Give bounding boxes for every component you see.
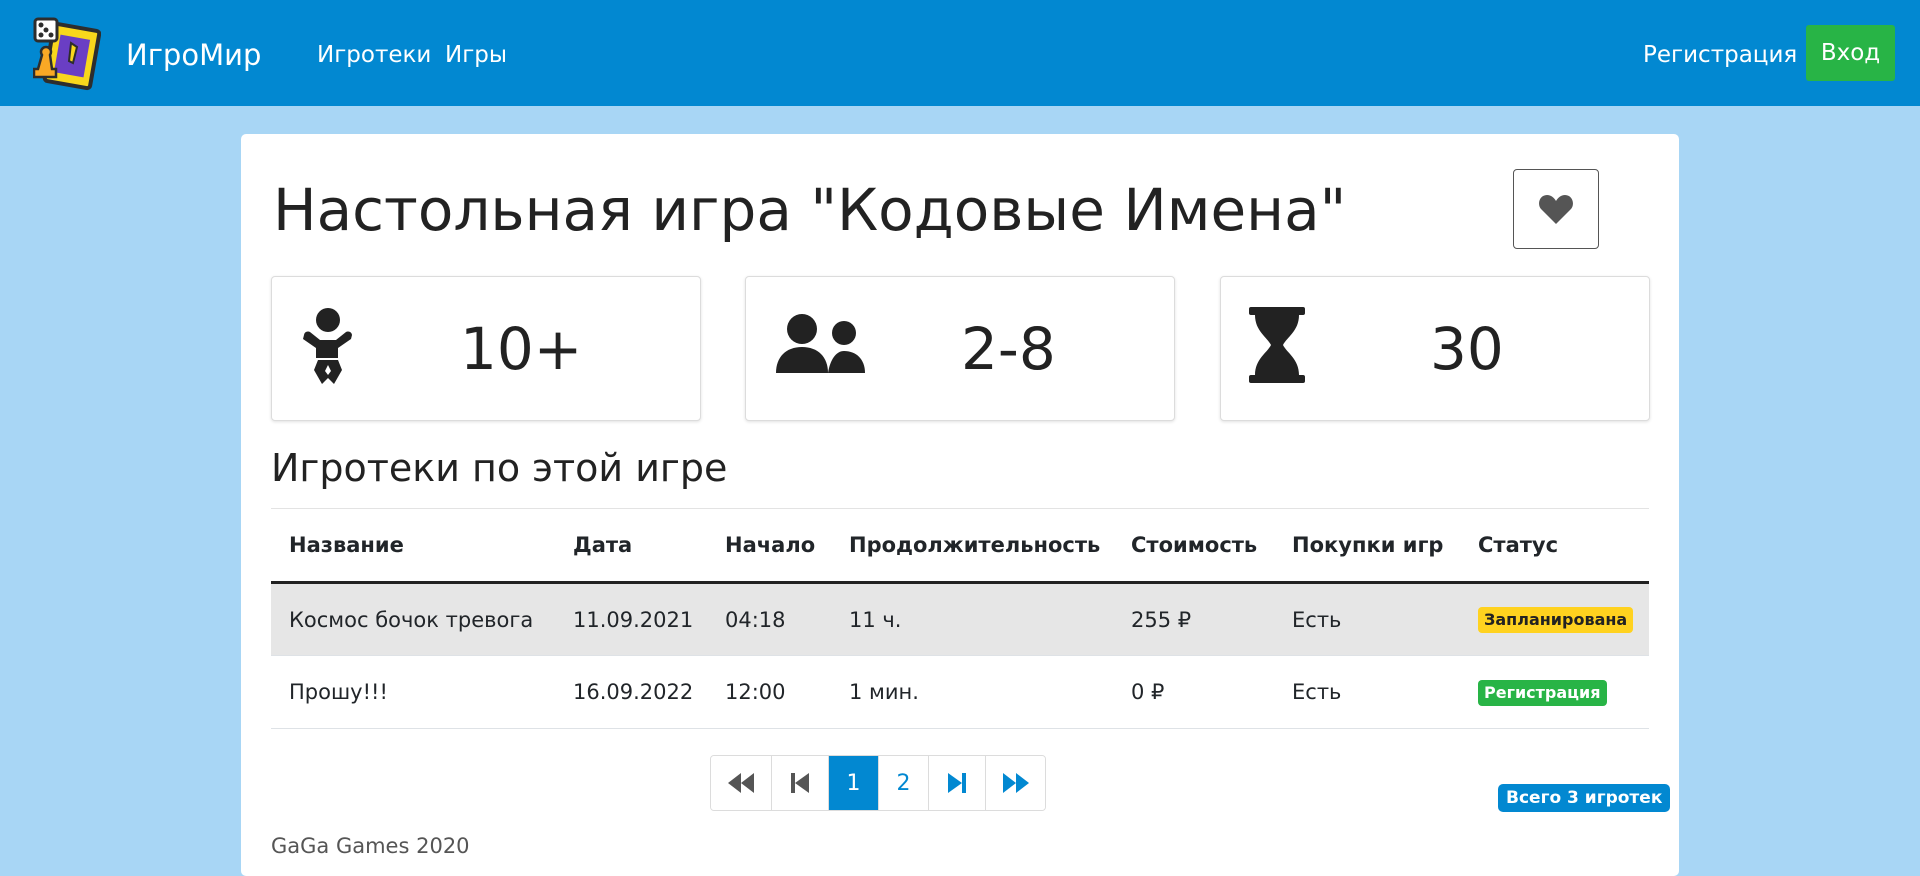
session-name[interactable]: Прошу!!! bbox=[271, 655, 555, 729]
session-purchases: Есть bbox=[1274, 655, 1460, 729]
footer-text: GaGa Games 2020 bbox=[271, 834, 470, 858]
table-header-row: Название Дата Начало Продолжительность С… bbox=[271, 508, 1649, 584]
column-header[interactable]: Продолжительность bbox=[831, 508, 1113, 584]
heart-icon bbox=[1539, 195, 1573, 224]
session-start: 04:18 bbox=[707, 582, 831, 656]
status-badge: Запланирована bbox=[1478, 607, 1634, 633]
column-header[interactable]: Дата bbox=[555, 508, 707, 584]
top-navbar: ИгроМир Игротеки Игры Регистрация Вход bbox=[0, 0, 1920, 106]
page-button-2[interactable]: 2 bbox=[878, 756, 928, 810]
session-status-cell: Регистрация bbox=[1460, 655, 1649, 729]
duration-stat-card: 30 bbox=[1220, 276, 1650, 421]
total-count-badge: Всего 3 игротек bbox=[1498, 784, 1671, 812]
status-badge: Регистрация bbox=[1478, 679, 1607, 706]
nav-link-sessions[interactable]: Игротеки bbox=[317, 42, 431, 68]
step-backward-icon bbox=[791, 773, 809, 793]
session-purchases: Есть bbox=[1274, 582, 1460, 656]
session-status-cell: Запланирована bbox=[1460, 582, 1649, 656]
page-button-1[interactable]: 1 bbox=[828, 756, 878, 810]
step-forward-icon bbox=[948, 773, 966, 793]
next-page-button[interactable] bbox=[928, 756, 985, 810]
prev-page-button[interactable] bbox=[771, 756, 828, 810]
register-link[interactable]: Регистрация bbox=[1643, 42, 1797, 68]
fast-forward-icon bbox=[1002, 773, 1029, 793]
hourglass-icon bbox=[1249, 307, 1305, 383]
column-header[interactable]: Статус bbox=[1460, 508, 1649, 584]
users-icon bbox=[776, 314, 865, 373]
sessions-table: Название Дата Начало Продолжительность С… bbox=[271, 508, 1649, 729]
age-value: 10+ bbox=[460, 315, 583, 383]
session-duration: 11 ч. bbox=[831, 582, 1113, 656]
page-title: Настольная игра "Кодовые Имена" bbox=[273, 176, 1347, 244]
column-header[interactable]: Название bbox=[271, 508, 555, 584]
favorite-button[interactable] bbox=[1513, 169, 1599, 249]
table-row[interactable]: Прошу!!! 16.09.2022 12:00 1 мин. 0 ₽ Ест… bbox=[271, 655, 1649, 729]
session-name[interactable]: Космос бочок тревога bbox=[271, 582, 555, 656]
game-logo-icon[interactable] bbox=[33, 17, 101, 91]
session-duration: 1 мин. bbox=[831, 655, 1113, 729]
duration-value: 30 bbox=[1430, 315, 1504, 383]
last-page-button[interactable] bbox=[985, 756, 1045, 810]
session-price: 255 ₽ bbox=[1113, 582, 1274, 656]
session-start: 12:00 bbox=[707, 655, 831, 729]
column-header[interactable]: Стоимость bbox=[1113, 508, 1274, 584]
sessions-section-title: Игротеки по этой игре bbox=[271, 446, 728, 490]
first-page-button[interactable] bbox=[711, 756, 771, 810]
nav-link-games[interactable]: Игры bbox=[445, 42, 507, 68]
baby-icon bbox=[303, 308, 352, 384]
players-value: 2-8 bbox=[961, 315, 1056, 383]
session-date: 16.09.2022 bbox=[555, 655, 707, 729]
pagination: 1 2 bbox=[710, 755, 1046, 811]
brand-name[interactable]: ИгроМир bbox=[126, 38, 261, 72]
table-row[interactable]: Космос бочок тревога 11.09.2021 04:18 11… bbox=[271, 582, 1649, 656]
column-header[interactable]: Покупки игр bbox=[1274, 508, 1460, 584]
fast-backward-icon bbox=[728, 773, 754, 793]
game-card: Настольная игра "Кодовые Имена" 10+ 2-8 bbox=[241, 134, 1679, 876]
login-button[interactable]: Вход bbox=[1806, 25, 1895, 81]
session-date: 11.09.2021 bbox=[555, 582, 707, 656]
session-price: 0 ₽ bbox=[1113, 655, 1274, 729]
age-stat-card: 10+ bbox=[271, 276, 701, 421]
column-header[interactable]: Начало bbox=[707, 508, 831, 584]
players-stat-card: 2-8 bbox=[745, 276, 1175, 421]
